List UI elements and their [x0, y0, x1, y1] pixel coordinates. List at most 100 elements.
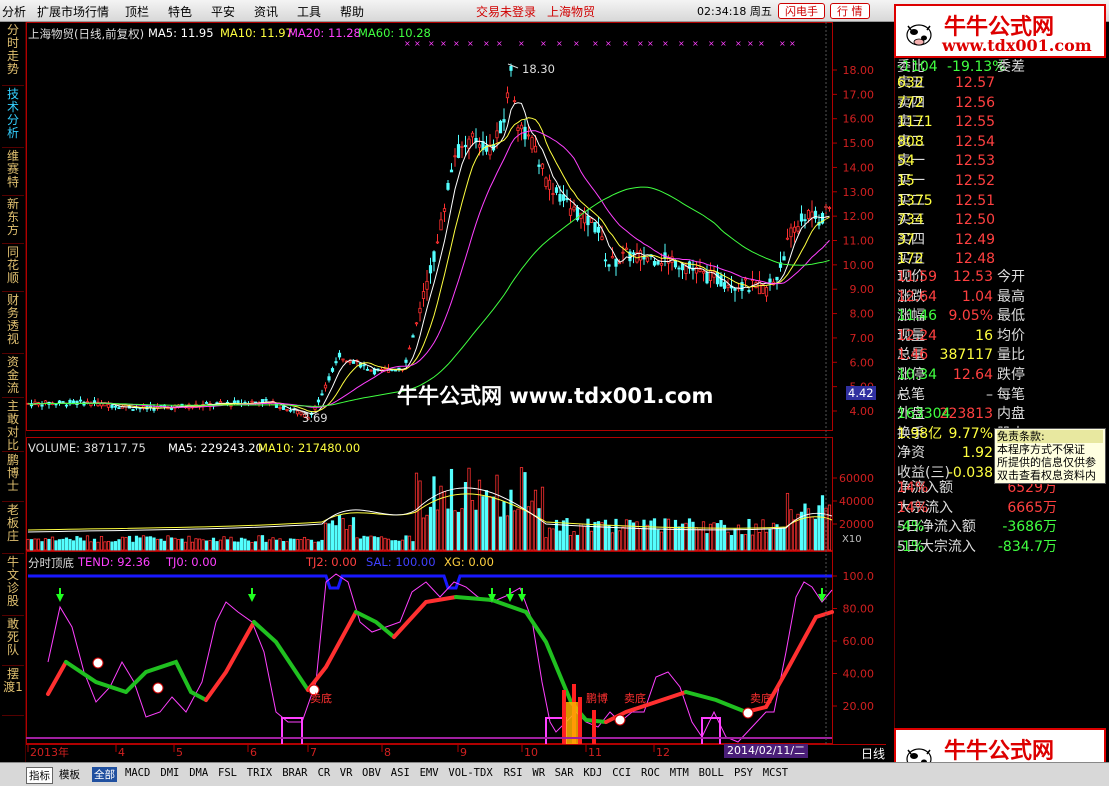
tend-main-line — [354, 610, 396, 639]
left-tab-2[interactable]: 维赛特 — [2, 150, 24, 196]
bottom-tab-psy-23[interactable]: PSY — [734, 767, 753, 779]
ma5-line — [27, 102, 830, 415]
left-tab-12[interactable]: 摆渡1 — [2, 668, 24, 716]
ma20-line — [27, 130, 830, 408]
bid-row-2: 买三 12.50 734 — [897, 211, 1089, 230]
left-tab-0[interactable]: 分时走势 — [2, 24, 24, 86]
volume-bar — [642, 519, 646, 551]
tj2-signal-bar — [562, 690, 566, 744]
bottom-tab-obv-11[interactable]: OBV — [362, 767, 381, 779]
stat-value-b: 12.24 — [897, 327, 938, 344]
bottom-tab-vr-10[interactable]: VR — [340, 767, 353, 779]
candle-body — [733, 287, 737, 291]
candle-body — [106, 404, 111, 408]
x-tick-label: 6 — [250, 746, 257, 759]
menu-top-bar[interactable]: 顶栏 — [125, 3, 149, 20]
left-tab-10[interactable]: 牛文诊股 — [2, 556, 24, 616]
tooltip-line-1: 本程序方式不保证 — [997, 443, 1085, 456]
signal-marker: × — [518, 39, 525, 48]
tend-main-line — [252, 620, 310, 692]
menu-pingan[interactable]: 平安 — [211, 3, 235, 20]
period-label[interactable]: 日线 — [861, 745, 885, 762]
stat-row-6: 总笔 – 每笔 – — [897, 386, 1089, 405]
left-tab-9[interactable]: 老板庄 — [2, 504, 24, 554]
bottom-tab-cr-9[interactable]: CR — [318, 767, 331, 779]
flash-trade-button[interactable]: 闪电手 — [778, 3, 825, 19]
bottom-tab-macd-3[interactable]: MACD — [125, 767, 150, 779]
left-tab-5[interactable]: 财务透视 — [2, 294, 24, 354]
stat-label-a: 净资 — [897, 445, 925, 462]
ask-price: 12.53 — [955, 153, 996, 170]
bottom-tab--2[interactable]: 全部 — [92, 767, 117, 782]
volume-bar — [232, 541, 237, 551]
bottom-tab-brar-8[interactable]: BRAR — [282, 767, 307, 779]
volume-label: VOLUME: 387117.75 — [28, 441, 146, 455]
indicator-tick-label: 20.00 — [843, 700, 875, 713]
bottom-tab-roc-20[interactable]: ROC — [641, 767, 660, 779]
volume-bar — [96, 541, 100, 551]
left-tab-6[interactable]: 资金流 — [2, 356, 24, 398]
volume-bar — [299, 539, 303, 551]
signal-marker: × — [637, 39, 644, 48]
bottom-tab-dma-5[interactable]: DMA — [189, 767, 208, 779]
low-price-label: 3.69 — [302, 411, 328, 425]
menu-analysis[interactable]: 分析 — [2, 3, 26, 20]
menu-help[interactable]: 帮助 — [340, 3, 364, 20]
menu-tools[interactable]: 工具 — [297, 3, 321, 20]
bottom-tab-kdj-18[interactable]: KDJ — [583, 767, 602, 779]
left-tab-4[interactable]: 同花顺 — [2, 246, 24, 292]
bottom-tab--0[interactable]: 指标 — [26, 767, 53, 784]
candle-body — [610, 256, 615, 259]
bottom-tab--1[interactable]: 模板 — [59, 767, 80, 782]
bottom-tab-trix-7[interactable]: TRIX — [247, 767, 272, 779]
volume-bar — [131, 541, 135, 551]
volume-bar — [85, 535, 90, 551]
left-tab-7[interactable]: 主敢对比 — [2, 400, 24, 452]
volume-bar — [33, 538, 37, 551]
bottom-tab-mcst-24[interactable]: MCST — [763, 767, 788, 779]
bottom-tab-boll-22[interactable]: BOLL — [699, 767, 724, 779]
left-tab-8[interactable]: 鹏博士 — [2, 454, 24, 502]
menu-features[interactable]: 特色 — [168, 3, 192, 20]
volume-bar — [610, 532, 615, 551]
menu-news[interactable]: 资讯 — [254, 3, 278, 20]
volume-bar — [292, 538, 296, 551]
bottom-tab-emv-13[interactable]: EMV — [420, 767, 439, 779]
bottom-tab-fsl-6[interactable]: FSL — [218, 767, 237, 779]
bottom-tab-voltdx-14[interactable]: VOL-TDX — [448, 767, 492, 779]
volume-bar — [306, 539, 310, 551]
candle-body — [677, 267, 681, 270]
left-tab-1[interactable]: 技术分析 — [2, 88, 24, 148]
volume-bar — [491, 496, 496, 551]
tooltip-line-2: 所提供的信息仅供参 — [997, 456, 1096, 469]
candle-body — [316, 399, 321, 403]
ma60-line — [27, 186, 830, 407]
volume-bar — [827, 504, 832, 551]
candle-body — [680, 263, 685, 271]
bottom-tab-asi-12[interactable]: ASI — [391, 767, 410, 779]
bottom-tab-dmi-4[interactable]: DMI — [160, 767, 179, 779]
volume-bar — [547, 527, 552, 551]
ma5-label: MA5: 11.95 — [148, 26, 214, 40]
volume-bar — [36, 538, 41, 551]
volume-bar — [799, 511, 804, 551]
volume-unit: X10 — [842, 534, 862, 545]
volume-bar — [453, 510, 457, 551]
volume-bar — [330, 520, 335, 551]
bottom-tab-cci-19[interactable]: CCI — [612, 767, 631, 779]
bottom-tab-sar-17[interactable]: SAR — [555, 767, 574, 779]
login-status[interactable]: 交易未登录 — [476, 3, 536, 20]
bottom-tab-rsi-15[interactable]: RSI — [504, 767, 523, 779]
left-tab-3[interactable]: 新东方 — [2, 198, 24, 244]
ask-price: 12.54 — [955, 133, 996, 150]
tooltip-line-3: 双击查看权息资料内 — [997, 469, 1096, 482]
quote-button[interactable]: 行 情 — [830, 3, 870, 19]
tend-main-line — [306, 610, 358, 692]
signal-marker: × — [556, 39, 563, 48]
bottom-tab-mtm-21[interactable]: MTM — [670, 767, 689, 779]
left-tab-11[interactable]: 敢死队 — [2, 618, 24, 666]
volume-bar — [365, 536, 370, 551]
bottom-tab-wr-16[interactable]: WR — [532, 767, 545, 779]
volume-bar — [729, 534, 734, 551]
menu-extended-market[interactable]: 扩展市场行情 — [37, 3, 109, 20]
